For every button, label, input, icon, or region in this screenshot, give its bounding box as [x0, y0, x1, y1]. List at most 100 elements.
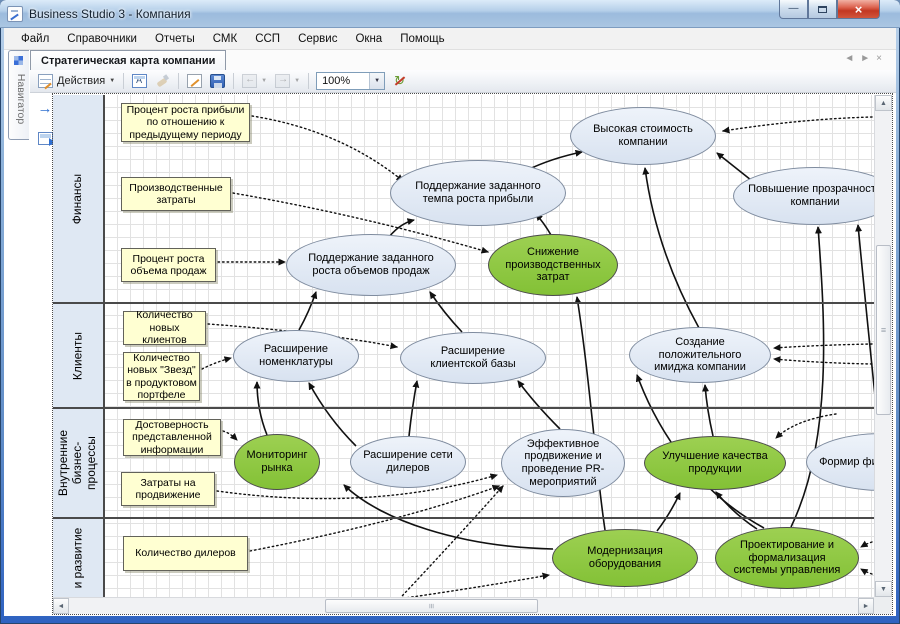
- app-window: Business Studio 3 - Компания — × ФайлСпр…: [0, 0, 900, 624]
- goal-node[interactable]: Улучшение качества продукции: [644, 436, 786, 490]
- zoom-value: 100%: [317, 75, 369, 87]
- goal-node[interactable]: Поддержание заданного роста объемов прод…: [286, 234, 456, 296]
- refresh-icon: ↻: [392, 74, 407, 88]
- separator: [178, 73, 179, 89]
- goal-node[interactable]: Расширение номенклатуры: [233, 330, 359, 382]
- edit-button[interactable]: [183, 72, 206, 90]
- maximize-button[interactable]: [808, 0, 837, 19]
- arrow-solid: [657, 493, 680, 531]
- arrow-dotted: [861, 569, 872, 574]
- menu-bar: ФайлСправочникиОтчетыСМКССПСервисОкнаПом…: [4, 28, 896, 50]
- kpi-node[interactable]: Производственные затраты: [121, 177, 231, 211]
- nav-forward-button: → ▼: [271, 72, 304, 90]
- close-button[interactable]: ×: [837, 0, 880, 19]
- horizontal-scrollbar[interactable]: ◄ ≡ ►: [53, 597, 874, 614]
- goal-node[interactable]: Проектирование и формализация системы уп…: [715, 527, 859, 589]
- kpi-node[interactable]: Количество дилеров: [123, 536, 248, 571]
- arrow-solid: [536, 214, 551, 235]
- save-button[interactable]: [206, 72, 229, 90]
- format-brush-button: [151, 72, 174, 90]
- title-bar[interactable]: Business Studio 3 - Компания: [0, 0, 900, 28]
- actions-button[interactable]: Действия ▼: [34, 72, 119, 90]
- menu-item-2[interactable]: Справочники: [58, 30, 146, 48]
- tab-next-icon[interactable]: ►: [860, 53, 870, 64]
- tab-nav: ◄ ► ×: [844, 53, 882, 64]
- arrow-solid: [309, 383, 356, 446]
- navigator-tab[interactable]: Навигатор: [8, 50, 29, 140]
- goal-node[interactable]: Высокая стоимость компании: [570, 107, 716, 165]
- arrow-solid: [518, 381, 560, 429]
- menu-item-7[interactable]: Окна: [346, 30, 391, 48]
- chevron-down-icon[interactable]: ▼: [369, 73, 384, 89]
- arrow-dotted: [223, 431, 237, 440]
- menu-item-1[interactable]: Файл: [12, 30, 58, 48]
- nav-back-icon: ←: [242, 74, 257, 88]
- nav-back-button: ← ▼: [238, 72, 271, 90]
- maximize-icon: [818, 6, 827, 13]
- goal-node[interactable]: Расширение клиентской базы: [400, 332, 546, 384]
- diagram-canvas[interactable]: ФинансыКлиентыВнутренние бизнес-процессы…: [53, 95, 874, 597]
- kpi-node[interactable]: Количество новых клиентов: [123, 311, 206, 345]
- menu-item-8[interactable]: Помощь: [391, 30, 453, 48]
- image-icon: [132, 74, 147, 88]
- goal-node[interactable]: Расширение сети дилеров: [350, 436, 466, 488]
- vertical-scroll-thumb[interactable]: ≡: [876, 245, 891, 415]
- minimize-button[interactable]: —: [779, 0, 808, 19]
- menu-item-3[interactable]: Отчеты: [146, 30, 204, 48]
- actions-label: Действия: [57, 75, 105, 87]
- separator: [233, 73, 234, 89]
- scroll-right-button[interactable]: ►: [858, 598, 874, 614]
- goal-node[interactable]: Снижение производственных затрат: [488, 234, 618, 296]
- separator: [123, 73, 124, 89]
- scroll-left-button[interactable]: ◄: [53, 598, 69, 614]
- navigator-label: Навигатор: [9, 66, 27, 132]
- scroll-up-button[interactable]: ▲: [875, 95, 892, 111]
- picture-export-icon: [38, 132, 53, 145]
- kpi-node[interactable]: Затраты на продвижение: [121, 472, 215, 506]
- tab-strip: Стратегическая карта компании ◄ ► ×: [30, 50, 896, 70]
- kpi-node[interactable]: Процент роста прибыли по отношению к пре…: [121, 103, 250, 142]
- scroll-down-button[interactable]: ▼: [875, 581, 892, 597]
- chevron-down-icon: ▼: [294, 78, 300, 84]
- save-icon: [210, 74, 225, 88]
- arrow-dotted: [387, 486, 503, 597]
- lane-separator: [53, 407, 874, 409]
- lane-separator: [53, 302, 874, 304]
- arrow-dotted: [202, 358, 231, 369]
- toolbar: Действия ▼ ← ▼ → ▼ 100% ▼: [30, 70, 896, 93]
- brush-icon: [155, 74, 170, 88]
- goal-node[interactable]: Модернизация оборудования: [552, 529, 698, 587]
- chevron-down-icon: ▼: [109, 78, 115, 84]
- menu-item-6[interactable]: Сервис: [289, 30, 346, 48]
- navigator-icon: [14, 56, 23, 65]
- vertical-scrollbar[interactable]: ▲ ≡ ▼: [874, 95, 892, 597]
- menu-item-5[interactable]: ССП: [246, 30, 289, 48]
- nav-forward-icon: →: [275, 74, 290, 88]
- tab-strategic-map[interactable]: Стратегическая карта компании: [30, 50, 226, 70]
- arrow-dotted: [252, 116, 403, 181]
- tab-close-icon[interactable]: ×: [876, 53, 882, 64]
- kpi-node[interactable]: Процент роста объема продаж: [121, 248, 216, 282]
- image-properties-button[interactable]: [128, 72, 151, 90]
- goal-node[interactable]: Эффективное продвижение и проведение PR-…: [501, 429, 625, 497]
- menu-item-4[interactable]: СМК: [204, 30, 246, 48]
- kpi-node[interactable]: Достоверность представленной информации: [123, 419, 221, 456]
- goal-node[interactable]: Поддержание заданного темпа роста прибыл…: [390, 160, 566, 226]
- zoom-combo[interactable]: 100% ▼: [316, 72, 385, 90]
- arrow-solid: [705, 385, 713, 436]
- window-buttons: — ×: [779, 0, 880, 19]
- arrow-solid: [645, 168, 699, 328]
- lane-separator: [53, 517, 874, 519]
- goal-node[interactable]: Мониторинг рынка: [234, 434, 320, 490]
- separator: [308, 73, 309, 89]
- goal-node[interactable]: Создание положительного имиджа компании: [629, 327, 771, 383]
- arrow-dotted: [300, 575, 549, 597]
- tab-prev-icon[interactable]: ◄: [844, 53, 854, 64]
- refresh-button[interactable]: ↻: [388, 72, 411, 90]
- app-icon: [7, 6, 23, 22]
- kpi-node[interactable]: Количество новых "Звезд" в продуктовом п…: [123, 352, 200, 401]
- horizontal-scroll-thumb[interactable]: ≡: [325, 599, 538, 613]
- edit-icon: [187, 74, 202, 88]
- arrow-dotted: [723, 117, 872, 131]
- arrow-solid: [299, 292, 316, 330]
